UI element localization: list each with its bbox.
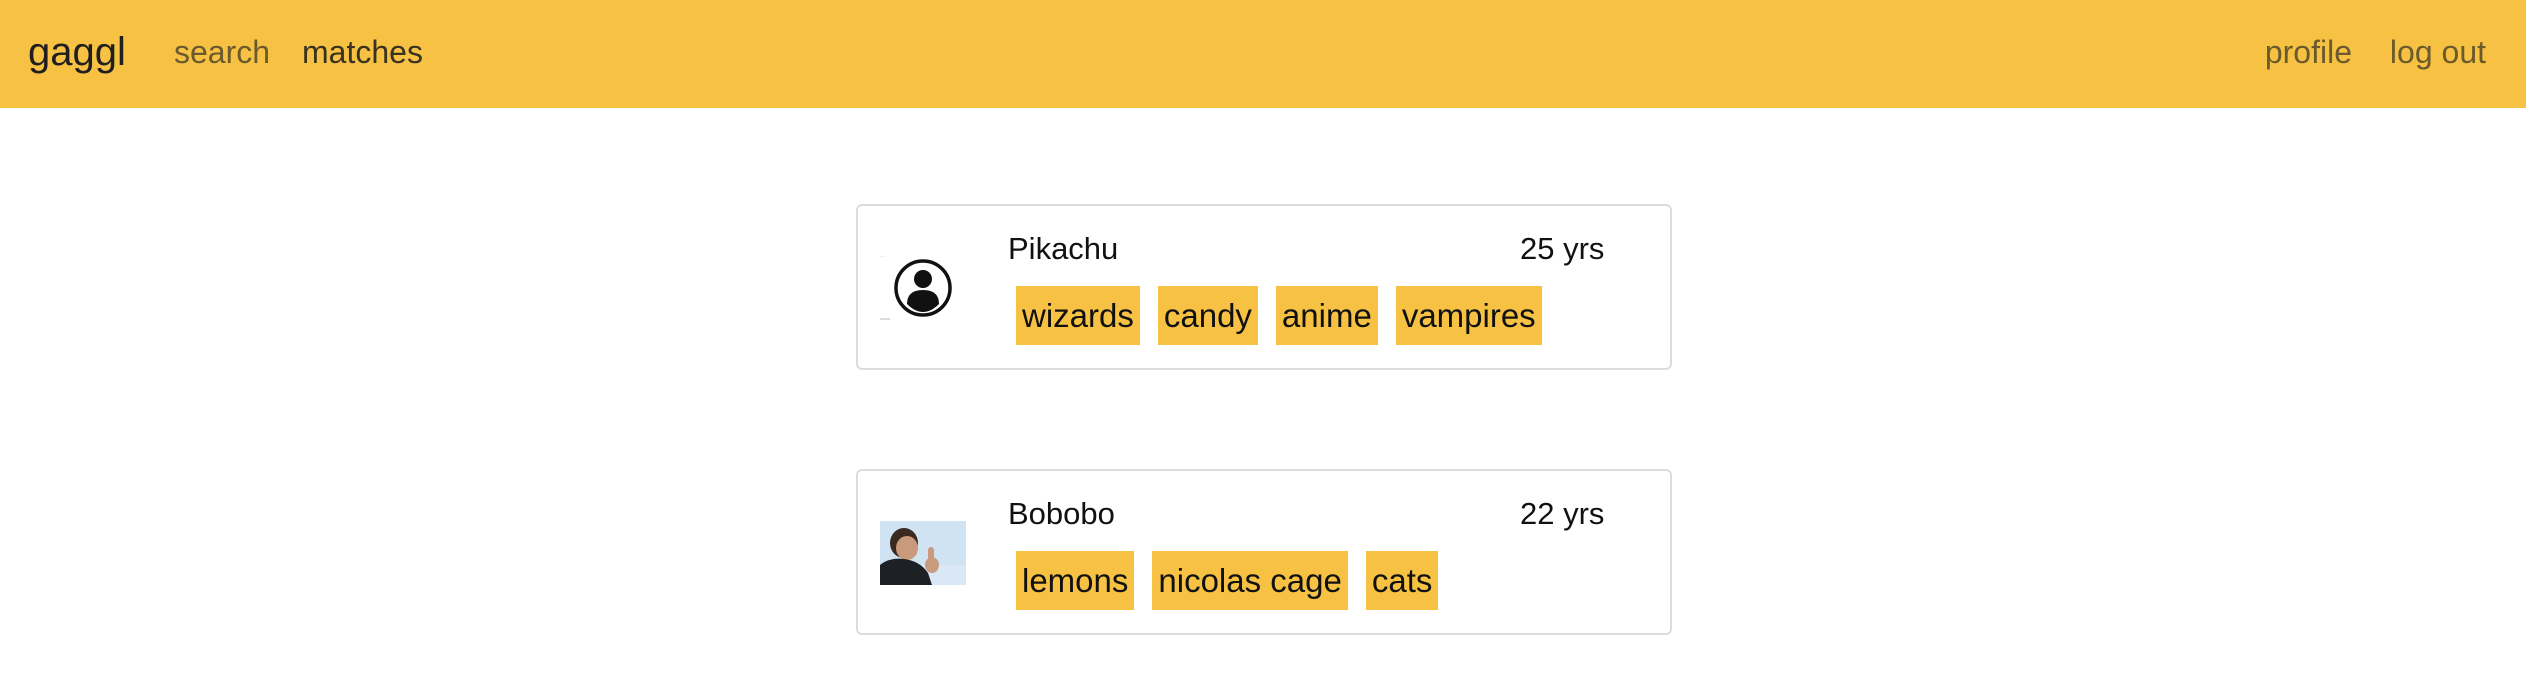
match-age: 25 yrs	[1520, 231, 1605, 266]
match-name: Pikachu	[1008, 231, 1119, 266]
interest-tag: lemons	[1016, 551, 1135, 610]
match-name: Bobobo	[1008, 496, 1115, 531]
interest-tag: candy	[1157, 286, 1258, 345]
match-age: 22 yrs	[1520, 496, 1605, 531]
nav-profile-link[interactable]: profile	[2265, 32, 2352, 72]
interest-tags: wizards candy anime vampires	[1016, 286, 1542, 345]
interest-tag: wizards	[1016, 286, 1140, 345]
interest-tag: nicolas cage	[1152, 551, 1348, 610]
match-card[interactable]: Pikachu 25 yrs wizards candy anime vampi…	[856, 204, 1672, 370]
nav-logout-link[interactable]: log out	[2390, 32, 2486, 72]
nav-search-link[interactable]: search	[174, 32, 270, 72]
interest-tags: lemons nicolas cage cats	[1016, 551, 1439, 610]
interest-tag: cats	[1365, 551, 1439, 610]
nav-matches-link[interactable]: matches	[302, 32, 423, 72]
profile-photo	[880, 521, 966, 585]
user-placeholder-icon	[880, 255, 966, 320]
top-navbar: gaggl search matches profile log out	[0, 0, 2526, 108]
interest-tag: anime	[1275, 286, 1378, 345]
brand-logo[interactable]: gaggl	[28, 28, 126, 76]
interest-tag: vampires	[1395, 286, 1542, 345]
match-card[interactable]: Bobobo 22 yrs lemons nicolas cage cats	[856, 469, 1672, 635]
